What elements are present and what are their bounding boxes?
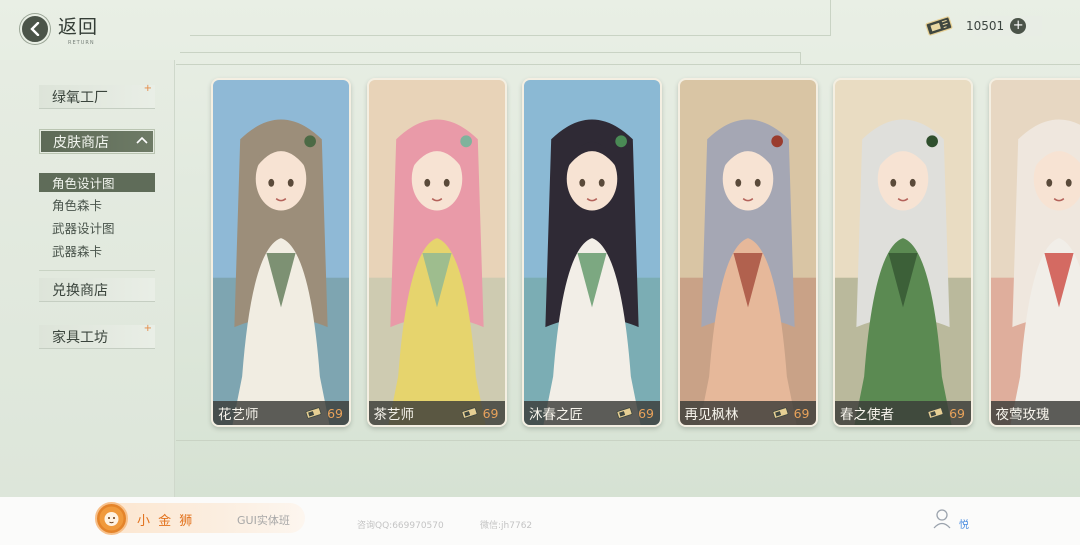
menu-item-furniture-workshop[interactable]: 家具工坊 + (39, 323, 155, 349)
ticket-currency-icon (924, 16, 954, 36)
submenu-item-label: 角色设计图 (52, 176, 115, 191)
skin-name: 夜莺玫瑰 (995, 407, 1050, 423)
menu-divider (39, 270, 155, 271)
back-label: 返回 (58, 16, 99, 38)
decor-line (800, 52, 801, 64)
skin-card[interactable]: 沐春之匠 69 (522, 78, 662, 427)
submenu-item-character-senka[interactable]: 角色森卡 (39, 195, 155, 214)
lion-logo-icon (95, 502, 128, 535)
brand-name: 小 金 狮 (137, 514, 195, 529)
ticket-price-icon (927, 407, 944, 419)
character-illustration (368, 80, 505, 425)
price-value: 69 (327, 405, 343, 421)
submenu-item-weapon-design[interactable]: 武器设计图 (39, 218, 155, 237)
card-label-bar: 花艺师 69 (213, 401, 349, 425)
ticket-price-icon (305, 407, 322, 419)
character-illustration (213, 80, 349, 425)
user-tag: 悦 (959, 520, 969, 531)
submenu-item-label: 武器设计图 (52, 221, 115, 236)
new-spark-icon: + (143, 83, 152, 94)
ticket-price-icon (461, 407, 477, 419)
skin-price: 69 (616, 406, 654, 421)
character-illustration (835, 80, 971, 425)
price-value: 69 (793, 405, 810, 421)
skin-card[interactable]: 茶艺师 69 (366, 78, 507, 427)
submenu-item-character-design[interactable]: 角色设计图 (39, 173, 155, 192)
ticket-price-icon (772, 407, 788, 419)
skin-name: 沐春之匠 (529, 407, 583, 423)
card-label-bar: 夜莺玫瑰69 (990, 401, 1080, 425)
decor-line (190, 35, 830, 36)
skin-card[interactable]: 夜莺玫瑰69 (988, 78, 1080, 427)
skin-card[interactable]: 花艺师 69 (211, 78, 351, 427)
submenu-item-label: 武器森卡 (52, 244, 103, 259)
skin-price: 69 (772, 406, 810, 421)
character-illustration (990, 80, 1080, 425)
menu-item-skin-shop[interactable]: 皮肤商店 (39, 129, 155, 154)
skin-name: 再见枫林 (684, 407, 739, 423)
decor-line (180, 52, 800, 53)
skin-price: 69 (461, 406, 499, 421)
chevron-up-icon (135, 134, 149, 148)
user-icon (933, 508, 953, 534)
price-value: 69 (638, 405, 654, 421)
menu-item-label: 绿氧工厂 (52, 89, 108, 106)
back-arrow-icon (20, 14, 50, 44)
skin-price: 69 (305, 406, 343, 421)
menu-item-exchange-shop[interactable]: 兑换商店 (39, 278, 155, 302)
submenu-item-label: 角色森卡 (52, 198, 103, 213)
skin-card[interactable]: 春之使者 69 (833, 78, 973, 427)
character-illustration (524, 80, 660, 425)
decor-line (176, 440, 1080, 441)
contact-wechat: 微信:jh7762 (480, 521, 533, 531)
currency-display: 10501 + (924, 15, 1042, 37)
card-label-bar: 茶艺师 69 (368, 401, 505, 425)
ticket-price-icon (616, 407, 633, 419)
character-illustration (679, 80, 816, 425)
contact-qq: 咨询QQ:669970570 (357, 521, 444, 531)
brand-pill: 小 金 狮 GUI实体班 (95, 502, 305, 535)
new-spark-icon: + (143, 323, 152, 334)
skin-name: 花艺师 (218, 407, 259, 423)
card-label-bar: 沐春之匠 69 (524, 401, 660, 425)
skin-card[interactable]: 再见枫林 69 (677, 78, 818, 427)
card-label-bar: 再见枫林 69 (679, 401, 816, 425)
menu-item-label: 兑换商店 (52, 282, 108, 299)
decor-line (176, 64, 1080, 65)
currency-bar: 10501 + (958, 16, 1042, 36)
footer-watermark: 小 金 狮 GUI实体班 咨询QQ:669970570 微信:jh7762 悦 (0, 497, 1080, 545)
menu-item-label: 家具工坊 (52, 329, 108, 346)
skin-name: 春之使者 (840, 407, 894, 423)
skin-shop-screen: 绿氧工厂 + 皮肤商店 角色设计图 角色森卡 武器设计图 武器森卡 兑换商店 家… (0, 0, 1080, 497)
menu-item-label: 皮肤商店 (53, 134, 109, 151)
submenu-item-weapon-senka[interactable]: 武器森卡 (39, 241, 155, 260)
back-button[interactable]: 返回 RETURN (20, 12, 98, 46)
skin-price: 69 (927, 406, 965, 421)
currency-value: 10501 (966, 19, 1005, 33)
menu-item-green-oxygen-factory[interactable]: 绿氧工厂 + (39, 83, 155, 109)
skin-name: 茶艺师 (373, 407, 415, 423)
price-value: 69 (949, 405, 965, 421)
decor-line (830, 0, 831, 36)
add-currency-button[interactable]: + (1010, 18, 1027, 34)
left-menu-panel: 绿氧工厂 + 皮肤商店 角色设计图 角色森卡 武器设计图 武器森卡 兑换商店 家… (0, 0, 178, 497)
class-name: GUI实体班 (237, 514, 290, 527)
price-value: 69 (482, 405, 499, 421)
card-label-bar: 春之使者 69 (835, 401, 971, 425)
back-sublabel: RETURN (68, 40, 95, 46)
